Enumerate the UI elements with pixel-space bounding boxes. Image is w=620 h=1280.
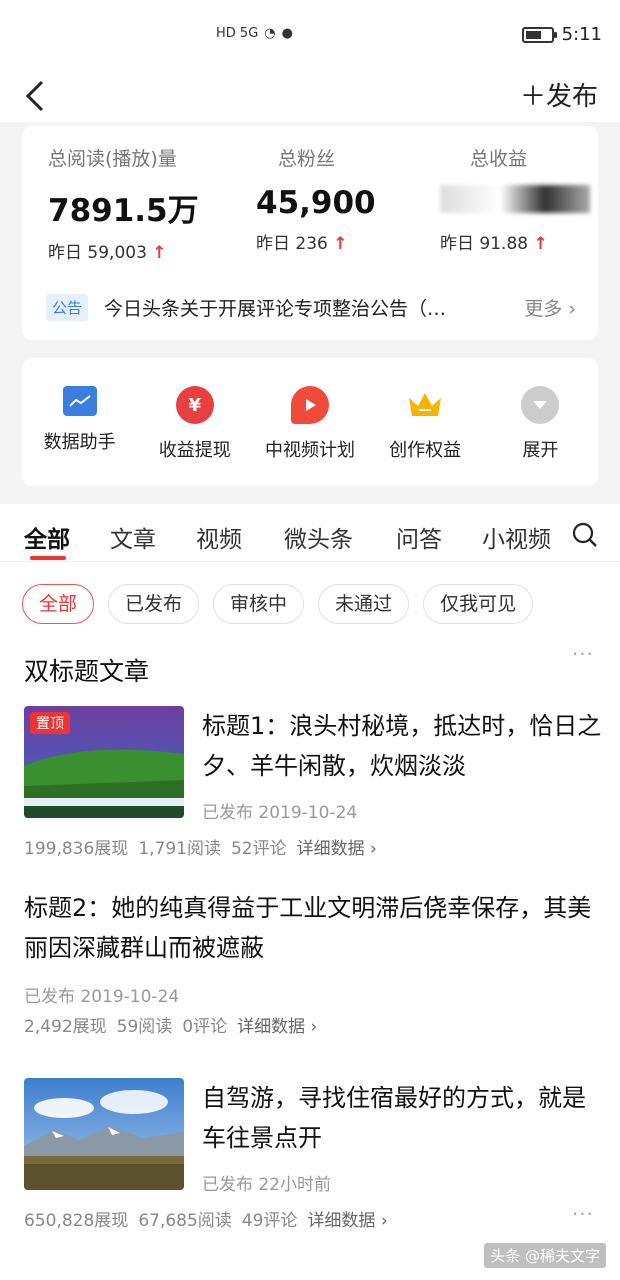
tools-card: 数据助手 ¥ 收益提现 中视频计划 创作权益 展开 <box>22 358 598 486</box>
detail-data-link[interactable]: 详细数据 › <box>297 839 377 859</box>
article-stats: 2,492展现 59阅读 0评论 详细数据 › <box>24 1017 318 1037</box>
stat-value-hidden <box>440 185 590 221</box>
filter-private[interactable]: 仅我可见 <box>423 584 534 624</box>
tool-label: 创作权益 <box>389 440 462 461</box>
active-tab-indicator <box>30 556 66 560</box>
pinned-badge: 置顶 <box>30 712 70 734</box>
detail-data-link[interactable]: 详细数据 › <box>307 1211 387 1231</box>
tab-bar: 全部 文章 视频 微头条 问答 小视频 <box>0 504 620 562</box>
article-title[interactable]: 标题1：浪头村秘境，抵达时，恰日之夕、羊牛闲散，炊烟淡淡 <box>202 706 602 786</box>
up-arrow-icon: ↑ <box>152 243 167 263</box>
stat-reads[interactable]: 总阅读(播放)量 7891.5万 昨日 59,003 ↑ <box>48 144 199 263</box>
section-title: 双标题文章 <box>24 657 150 686</box>
tool-data-assistant[interactable]: 数据助手 <box>25 386 135 486</box>
chart-icon <box>62 386 97 416</box>
stat-label: 总收益 <box>470 148 528 170</box>
more-options-icon[interactable]: ··· <box>572 1202 594 1226</box>
up-arrow-icon: ↑ <box>533 234 548 254</box>
tool-label: 数据助手 <box>43 432 116 453</box>
stat-value: 7891.5万 <box>48 193 199 229</box>
announcement-bar[interactable]: 公告 今日头条关于开展评论专项整治公告（… 更多 › <box>46 292 576 322</box>
article-stats: 650,828展现 67,685阅读 49评论 详细数据 › <box>24 1211 388 1231</box>
clock: 5:11 <box>561 24 602 45</box>
article-meta: 已发布 2019-10-24 <box>24 987 180 1007</box>
more-link[interactable]: 更多 › <box>524 294 576 321</box>
publish-button[interactable]: ＋发布 <box>520 76 598 113</box>
network-indicator: HD 5G <box>216 26 259 41</box>
article-title[interactable]: 自驾游，寻找住宿最好的方式，就是车往景点开 <box>202 1078 602 1158</box>
filter-chips: 全部 已发布 审核中 未通过 仅我可见 <box>22 584 534 624</box>
article-meta: 已发布 22小时前 <box>202 1175 332 1195</box>
stats-card: 总阅读(播放)量 7891.5万 昨日 59,003 ↑ 总粉丝 45,900 … <box>22 126 598 340</box>
filter-all[interactable]: 全部 <box>22 584 95 624</box>
tool-label: 收益提现 <box>158 440 231 461</box>
watermark: 头条 @稀夫文字 <box>484 1243 606 1268</box>
tool-withdraw[interactable]: ¥ 收益提现 <box>140 386 250 486</box>
more-options-icon[interactable]: ··· <box>572 642 594 666</box>
detail-data-link[interactable]: 详细数据 › <box>237 1017 317 1037</box>
filter-rejected[interactable]: 未通过 <box>318 584 410 624</box>
tool-creator-rights[interactable]: 创作权益 <box>370 386 480 486</box>
status-bar: HD 5G ◔ ● 5:11 <box>0 0 620 70</box>
tool-label: 展开 <box>522 440 559 461</box>
tab-articles[interactable]: 文章 <box>110 520 156 554</box>
expand-icon <box>521 386 560 424</box>
tool-mid-video[interactable]: 中视频计划 <box>255 386 365 486</box>
tool-expand[interactable]: 展开 <box>485 386 595 486</box>
article-title[interactable]: 标题2：她的纯真得益于工业文明滞后侥幸保存，其美丽因深藏群山而被遮蔽 <box>24 888 604 968</box>
play-icon <box>290 386 329 424</box>
article-stats: 199,836展现 1,791阅读 52评论 详细数据 › <box>24 839 377 859</box>
battery-icon <box>521 26 557 43</box>
stat-label: 总阅读(播放)量 <box>48 148 177 170</box>
stat-value: 45,900 <box>256 185 376 221</box>
back-arrow-icon[interactable] <box>22 78 52 114</box>
announcement-text: 今日头条关于开展评论专项整治公告（… <box>104 297 447 320</box>
tab-qa[interactable]: 问答 <box>396 520 442 554</box>
stat-sub: 昨日 91.88 ↑ <box>440 234 548 254</box>
stat-fans[interactable]: 总粉丝 45,900 昨日 236 ↑ <box>256 144 376 254</box>
content-area: 全部 文章 视频 微头条 问答 小视频 全部 已发布 审核中 未通过 仅我可见 … <box>0 504 620 1280</box>
filter-reviewing[interactable]: 审核中 <box>213 584 305 624</box>
tool-label: 中视频计划 <box>264 440 355 461</box>
up-arrow-icon: ↑ <box>333 234 348 254</box>
tab-micro[interactable]: 微头条 <box>284 520 353 554</box>
stat-sub: 昨日 59,003 ↑ <box>48 243 167 263</box>
message-icon: ● <box>281 26 293 41</box>
crown-icon <box>406 386 444 424</box>
article-meta: 已发布 2019-10-24 <box>202 803 358 823</box>
announcement-tag: 公告 <box>46 293 89 321</box>
article-thumbnail[interactable] <box>24 1078 184 1190</box>
stat-sub: 昨日 236 ↑ <box>256 234 348 254</box>
filter-published[interactable]: 已发布 <box>108 584 200 624</box>
article-thumbnail[interactable]: 置顶 <box>24 706 184 818</box>
stat-label: 总粉丝 <box>278 148 336 170</box>
tab-all[interactable]: 全部 <box>24 520 70 554</box>
tab-short-video[interactable]: 小视频 <box>482 520 550 554</box>
top-nav: ＋发布 <box>0 70 620 122</box>
stat-income[interactable]: 总收益 昨日 91.88 ↑ <box>440 144 590 254</box>
wifi-icon: ◔ <box>264 26 276 41</box>
yuan-icon: ¥ <box>175 386 214 424</box>
tab-videos[interactable]: 视频 <box>196 520 242 554</box>
search-icon[interactable] <box>572 522 598 548</box>
status-icons: HD 5G ◔ ● <box>216 26 293 41</box>
